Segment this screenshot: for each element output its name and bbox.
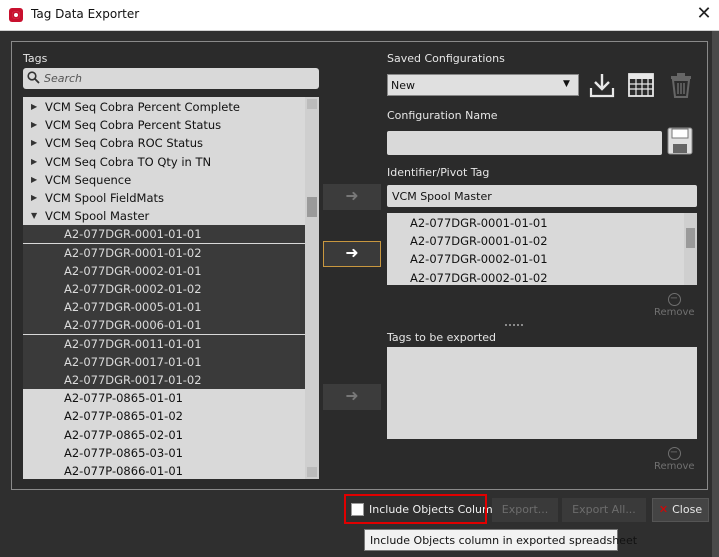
tree-item-label: A2-077DGR-0005-01-01 <box>64 300 202 315</box>
tree-item-label: A2-077P-0866-01-01 <box>64 464 183 478</box>
pivot-list-item[interactable]: A2-077DGR-0001-01-02 <box>410 234 548 248</box>
tree-item-label: A2-077DGR-0002-01-02 <box>64 282 202 296</box>
tree-leaf-item[interactable]: A2-077P-0865-02-01 <box>23 426 305 444</box>
tree-group-item[interactable]: ▶ VCM Seq Cobra Percent Complete <box>23 98 305 116</box>
tooltip: Include Objects column in exported sprea… <box>364 529 637 551</box>
caret-right-icon[interactable]: ▶ <box>31 171 41 189</box>
tree-item-label: VCM Seq Cobra Percent Complete <box>45 100 240 114</box>
export-remove-label: Remove <box>654 461 695 472</box>
set-pivot-button[interactable]: ➜ <box>323 184 381 210</box>
tree-item-label: A2-077P-0865-01-01 <box>64 391 183 406</box>
caret-right-icon[interactable]: ▶ <box>31 134 41 152</box>
tree-item-label: A2-077DGR-0001-01-01 <box>64 227 202 242</box>
pivot-list-scroll-thumb[interactable] <box>686 228 695 248</box>
tree-group-item[interactable]: ▶ VCM Seq Cobra ROC Status <box>23 134 305 152</box>
tags-tree-scroll-thumb[interactable] <box>307 197 317 217</box>
add-to-pivot-button[interactable]: ➜ <box>323 241 381 267</box>
tags-to-export-label: Tags to be exported <box>387 331 497 344</box>
saved-configurations-select[interactable] <box>387 74 579 96</box>
search-input[interactable] <box>44 70 314 87</box>
caret-right-icon[interactable]: ▶ <box>31 153 41 171</box>
tree-item-label: VCM Seq Cobra TO Qty in TN <box>45 154 212 169</box>
tags-tree[interactable]: ▶ VCM Seq Cobra Percent Complete ▶ VCM Seq … <box>23 97 305 479</box>
tree-item-label: A2-077DGR-0017-01-02 <box>64 373 202 387</box>
tree-leaf-item[interactable]: A2-077DGR-0001-01-02 <box>23 243 305 262</box>
highlight-box <box>344 494 487 524</box>
tree-leaf-item[interactable]: A2-077P-0865-01-02 <box>23 407 305 425</box>
tags-to-export-list[interactable] <box>387 347 697 439</box>
close-button-label: Close <box>672 503 703 516</box>
download-icon[interactable] <box>588 71 616 99</box>
tree-leaf-item[interactable]: A2-077DGR-0017-01-02 <box>23 371 305 389</box>
pivot-remove-button[interactable]: − Remove <box>654 293 695 318</box>
pivot-tag-value: VCM Spool Master <box>392 190 492 203</box>
tree-leaf-item[interactable]: A2-077DGR-0011-01-01 <box>23 334 305 353</box>
configuration-name-label: Configuration Name <box>387 109 498 122</box>
tree-item-label: VCM Spool Master <box>45 209 150 224</box>
tags-tree-scrollbar[interactable] <box>305 97 319 479</box>
tree-item-label: VCM Seq Cobra Percent Status <box>45 118 222 133</box>
splitter-handle[interactable] <box>505 324 523 328</box>
tree-leaf-item[interactable]: A2-077DGR-0001-01-01 <box>23 225 305 244</box>
scroll-down-icon[interactable] <box>307 467 317 477</box>
minus-icon: − <box>667 293 681 306</box>
tree-leaf-item[interactable]: A2-077P-0866-01-01 <box>23 462 305 479</box>
export-all-button[interactable]: Export All... <box>562 498 646 522</box>
tree-group-item[interactable]: ▶ VCM Seq Cobra Percent Status <box>23 116 305 134</box>
pivot-values-list[interactable]: A2-077DGR-0001-01-01 A2-077DGR-0001-01-02… <box>387 213 685 285</box>
tree-item-label: A2-077P-0865-02-01 <box>64 427 183 442</box>
tree-group-item[interactable]: ▶ VCM Seq Cobra TO Qty in TN <box>23 153 305 171</box>
add-to-export-button[interactable]: ➜ <box>323 384 381 410</box>
tree-group-item[interactable]: ▼ VCM Spool Master <box>23 207 305 225</box>
search-icon <box>27 71 40 84</box>
export-remove-button[interactable]: − Remove <box>654 447 695 472</box>
chevron-down-icon: ▼ <box>563 79 570 89</box>
configuration-name-input[interactable] <box>387 131 662 155</box>
spreadsheet-icon[interactable] <box>627 71 655 99</box>
pivot-list-item[interactable]: A2-077DGR-0002-01-01 <box>410 252 548 266</box>
trash-icon[interactable] <box>667 71 695 99</box>
tree-leaf-item[interactable]: A2-077P-0865-03-01 <box>23 444 305 462</box>
tree-leaf-item[interactable]: A2-077DGR-0005-01-01 <box>23 298 305 317</box>
tree-item-label: VCM Spool FieldMats <box>45 191 165 205</box>
pivot-tag-label: Identifier/Pivot Tag <box>387 166 490 179</box>
tree-leaf-item[interactable]: A2-077DGR-0006-01-01 <box>23 316 305 335</box>
tree-item-label: VCM Seq Cobra ROC Status <box>45 136 203 151</box>
tree-group-item[interactable]: ▶ VCM Sequence <box>23 171 305 189</box>
minus-icon: − <box>667 447 681 460</box>
window-title: Tag Data Exporter <box>31 7 140 21</box>
tree-leaf-item[interactable]: A2-077DGR-0002-01-02 <box>23 280 305 298</box>
dialog-edge <box>712 31 719 557</box>
tree-item-label: A2-077DGR-0006-01-01 <box>64 318 202 333</box>
caret-down-icon[interactable]: ▼ <box>31 207 41 225</box>
tree-leaf-item[interactable]: A2-077DGR-0002-01-01 <box>23 261 305 280</box>
tree-item-label: VCM Sequence <box>45 172 132 187</box>
close-button[interactable]: ✕ Close <box>652 498 709 522</box>
saved-configurations-value: New <box>391 79 415 92</box>
caret-right-icon[interactable]: ▶ <box>31 189 41 207</box>
save-icon[interactable] <box>667 127 693 155</box>
pivot-list-item[interactable]: A2-077DGR-0002-01-02 <box>410 271 548 285</box>
tree-item-label: A2-077DGR-0002-01-01 <box>64 263 202 278</box>
pivot-list-item[interactable]: A2-077DGR-0001-01-01 <box>410 216 548 230</box>
tree-leaf-item[interactable]: A2-077P-0865-01-01 <box>23 389 305 407</box>
tree-item-label: A2-077P-0865-03-01 <box>64 445 183 460</box>
saved-configurations-label: Saved Configurations <box>387 52 505 65</box>
tree-group-item[interactable]: ▶ VCM Spool FieldMats <box>23 189 305 207</box>
pivot-remove-label: Remove <box>654 307 695 318</box>
app-logo-icon <box>9 8 23 22</box>
tree-item-label: A2-077DGR-0001-01-02 <box>64 245 202 260</box>
caret-right-icon[interactable]: ▶ <box>31 98 41 116</box>
pivot-list-scrollbar[interactable] <box>684 213 697 285</box>
tree-leaf-item[interactable]: A2-077DGR-0017-01-01 <box>23 352 305 371</box>
tree-item-label: A2-077DGR-0017-01-01 <box>64 354 202 369</box>
window-close-icon[interactable]: ✕ <box>694 3 714 25</box>
scroll-up-icon[interactable] <box>307 99 317 109</box>
caret-right-icon[interactable]: ▶ <box>31 116 41 134</box>
close-icon: ✕ <box>658 503 669 516</box>
tree-item-label: A2-077DGR-0011-01-01 <box>64 336 202 351</box>
tree-item-label: A2-077P-0865-01-02 <box>64 409 183 424</box>
tags-label: Tags <box>23 52 48 65</box>
export-button[interactable]: Export... <box>492 498 558 522</box>
